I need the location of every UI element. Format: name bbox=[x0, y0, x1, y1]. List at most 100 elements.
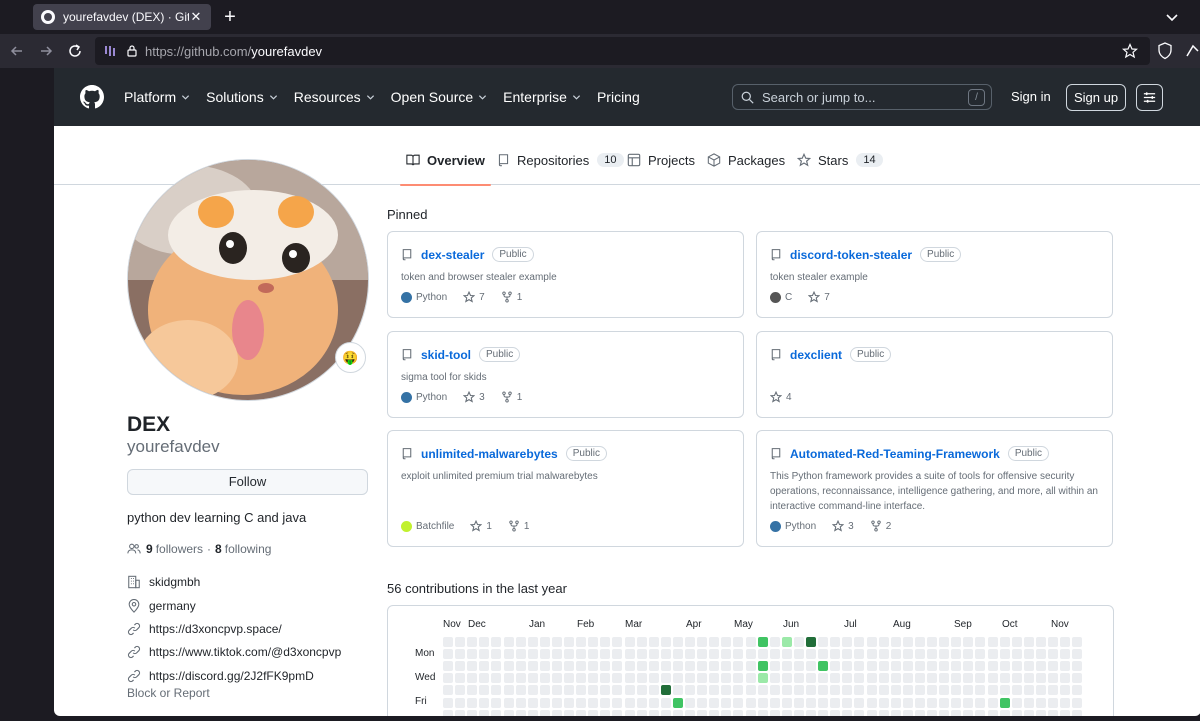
contribution-day-cell[interactable] bbox=[769, 637, 780, 647]
contribution-day-cell[interactable] bbox=[1023, 673, 1034, 684]
contribution-day-cell[interactable] bbox=[927, 649, 937, 660]
contribution-day-cell[interactable] bbox=[648, 673, 659, 684]
contribution-day-cell[interactable] bbox=[963, 661, 974, 672]
contribution-day-cell[interactable] bbox=[927, 637, 937, 647]
contribution-day-cell[interactable] bbox=[806, 685, 816, 696]
contribution-day-cell[interactable] bbox=[636, 661, 647, 672]
contribution-day-cell[interactable] bbox=[939, 649, 950, 660]
header-nav-enterprise[interactable]: Enterprise bbox=[503, 89, 581, 105]
contribution-day-cell[interactable] bbox=[1060, 661, 1071, 672]
tab-stars[interactable]: Stars 14 bbox=[797, 149, 883, 185]
contribution-day-cell[interactable] bbox=[733, 685, 744, 696]
contribution-day-cell[interactable] bbox=[866, 637, 877, 647]
forward-button[interactable] bbox=[35, 40, 57, 62]
contribution-day-cell[interactable] bbox=[479, 673, 490, 684]
contribution-day-cell[interactable] bbox=[576, 673, 587, 684]
contribution-day-cell[interactable] bbox=[648, 649, 659, 660]
contribution-day-cell[interactable] bbox=[551, 649, 562, 660]
contribution-day-cell[interactable] bbox=[660, 709, 671, 716]
contribution-day-cell[interactable] bbox=[1072, 637, 1083, 647]
contribution-day-cell[interactable] bbox=[564, 649, 574, 660]
contribution-day-cell[interactable] bbox=[564, 637, 574, 647]
contribution-day-cell[interactable] bbox=[636, 697, 647, 708]
contribution-day-cell[interactable] bbox=[769, 697, 780, 708]
contribution-day-cell[interactable] bbox=[709, 661, 720, 672]
contribution-day-cell[interactable] bbox=[685, 697, 695, 708]
contribution-day-cell[interactable] bbox=[709, 673, 720, 684]
contribution-day-cell[interactable] bbox=[878, 649, 889, 660]
contribution-day-cell[interactable] bbox=[842, 685, 853, 696]
contribution-day-cell[interactable] bbox=[1060, 649, 1071, 660]
contribution-day-cell[interactable] bbox=[757, 685, 768, 696]
contribution-day-cell[interactable] bbox=[491, 673, 502, 684]
contribution-day-cell[interactable] bbox=[564, 661, 574, 672]
contribution-day-cell[interactable] bbox=[951, 685, 962, 696]
contribution-day-cell[interactable] bbox=[781, 673, 792, 684]
contribution-day-cell[interactable] bbox=[443, 673, 453, 684]
tab-packages[interactable]: Packages bbox=[707, 149, 785, 185]
contribution-day-cell[interactable] bbox=[1023, 697, 1034, 708]
contribution-day-cell[interactable] bbox=[1023, 709, 1034, 716]
contribution-day-cell[interactable] bbox=[818, 709, 829, 716]
contribution-day-cell[interactable] bbox=[1011, 649, 1022, 660]
contribution-day-cell[interactable] bbox=[660, 649, 671, 660]
contribution-day-cell[interactable] bbox=[672, 661, 683, 672]
contribution-day-cell[interactable] bbox=[660, 685, 671, 696]
contribution-day-cell[interactable] bbox=[890, 685, 901, 696]
contribution-day-cell[interactable] bbox=[660, 697, 671, 708]
contribution-day-cell[interactable] bbox=[854, 685, 865, 696]
contribution-day-cell[interactable] bbox=[963, 709, 974, 716]
contribution-day-cell[interactable] bbox=[491, 637, 502, 647]
contribution-day-cell[interactable] bbox=[818, 649, 829, 660]
contribution-day-cell[interactable] bbox=[600, 649, 611, 660]
contribution-day-cell[interactable] bbox=[467, 709, 478, 716]
contribution-day-cell[interactable] bbox=[697, 673, 708, 684]
contribution-day-cell[interactable] bbox=[588, 649, 599, 660]
contribution-day-cell[interactable] bbox=[890, 649, 901, 660]
contribution-day-cell[interactable] bbox=[745, 637, 756, 647]
contribution-day-cell[interactable] bbox=[539, 709, 550, 716]
contribution-day-cell[interactable] bbox=[1060, 685, 1071, 696]
avatar[interactable] bbox=[127, 159, 369, 401]
contribution-day-cell[interactable] bbox=[987, 661, 998, 672]
repo-forks[interactable]: 2 bbox=[870, 520, 891, 532]
contribution-day-cell[interactable] bbox=[588, 709, 599, 716]
contribution-day-cell[interactable] bbox=[539, 661, 550, 672]
contribution-day-cell[interactable] bbox=[588, 673, 599, 684]
contribution-day-cell[interactable] bbox=[878, 661, 889, 672]
contribution-day-cell[interactable] bbox=[866, 697, 877, 708]
contribution-day-cell[interactable] bbox=[1048, 685, 1058, 696]
contribution-day-cell[interactable] bbox=[830, 697, 841, 708]
contribution-day-cell[interactable] bbox=[842, 697, 853, 708]
contribution-day-cell[interactable] bbox=[588, 661, 599, 672]
contribution-day-cell[interactable] bbox=[467, 637, 478, 647]
block-report-link[interactable]: Block or Report bbox=[127, 686, 210, 700]
contribution-day-cell[interactable] bbox=[842, 661, 853, 672]
contribution-day-cell[interactable] bbox=[636, 673, 647, 684]
contribution-day-cell[interactable] bbox=[781, 649, 792, 660]
contribution-day-cell[interactable] bbox=[527, 697, 538, 708]
contribution-day-cell[interactable] bbox=[612, 697, 623, 708]
contribution-day-cell[interactable] bbox=[999, 697, 1010, 708]
vcard-link-discord[interactable]: https://discord.gg/2J2fFK9pmD bbox=[127, 669, 314, 683]
contribution-day-cell[interactable] bbox=[745, 697, 756, 708]
contribution-day-cell[interactable] bbox=[455, 709, 466, 716]
contribution-day-cell[interactable] bbox=[660, 673, 671, 684]
contribution-day-cell[interactable] bbox=[697, 697, 708, 708]
contribution-day-cell[interactable] bbox=[588, 637, 599, 647]
contribution-day-cell[interactable] bbox=[757, 709, 768, 716]
discord-link[interactable]: https://discord.gg/2J2fFK9pmD bbox=[149, 669, 314, 683]
contribution-day-cell[interactable] bbox=[600, 661, 611, 672]
contribution-day-cell[interactable] bbox=[612, 673, 623, 684]
contribution-day-cell[interactable] bbox=[648, 685, 659, 696]
contribution-day-cell[interactable] bbox=[914, 685, 925, 696]
contribution-day-cell[interactable] bbox=[527, 685, 538, 696]
contribution-day-cell[interactable] bbox=[564, 709, 574, 716]
contribution-day-cell[interactable] bbox=[842, 649, 853, 660]
contribution-day-cell[interactable] bbox=[878, 697, 889, 708]
contribution-day-cell[interactable] bbox=[781, 697, 792, 708]
following-count[interactable]: 8 bbox=[215, 542, 222, 556]
vcard-link-website[interactable]: https://d3xoncpvp.space/ bbox=[127, 622, 282, 636]
contribution-day-cell[interactable] bbox=[539, 673, 550, 684]
contribution-day-cell[interactable] bbox=[818, 637, 829, 647]
